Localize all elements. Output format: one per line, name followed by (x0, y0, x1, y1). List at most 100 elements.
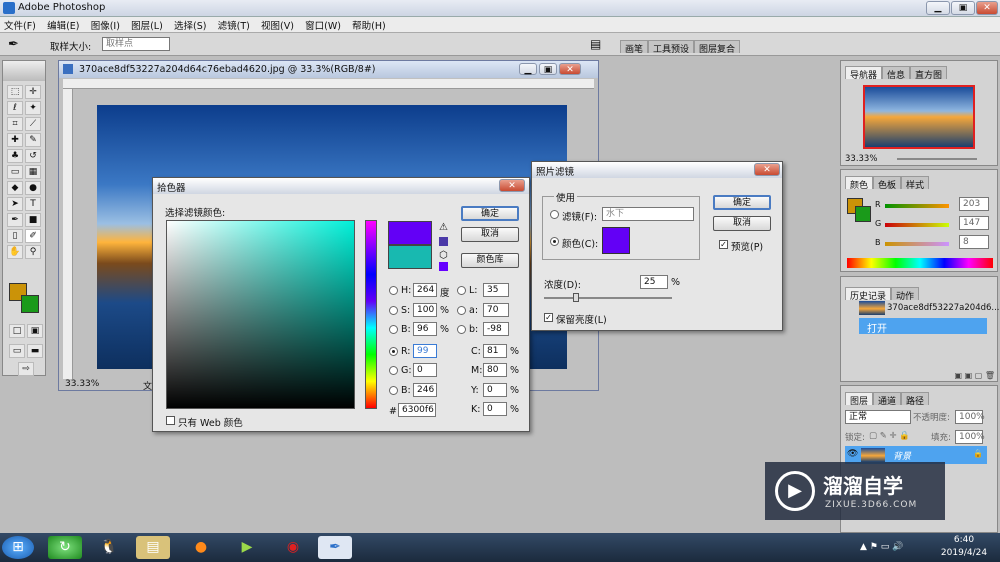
filter-select[interactable]: 水下 (602, 207, 694, 221)
clock-time[interactable]: 6:40 (944, 535, 984, 545)
fullscreen-mode-icon[interactable]: ▬ (27, 344, 43, 358)
eyedropper-tool-icon[interactable]: ✐ (25, 229, 41, 243)
crop-tool-icon[interactable]: ⌗ (7, 117, 23, 131)
menu-edit[interactable]: 编辑(E) (43, 17, 83, 33)
field-g[interactable]: 0 (413, 363, 437, 377)
web-safe-color-swatch[interactable] (439, 262, 448, 271)
taskbar-firefox-icon[interactable]: ● (184, 536, 218, 559)
marquee-tool-icon[interactable]: ⬚ (7, 85, 23, 99)
radio-blue[interactable] (389, 386, 398, 395)
blur-tool-icon[interactable]: ◆ (7, 181, 23, 195)
screen-mode-icon[interactable]: ▭ (9, 344, 25, 358)
photo-filter-close-button[interactable]: ✕ (754, 163, 780, 176)
taskbar-explorer-icon[interactable]: ▤ (136, 536, 170, 559)
lasso-tool-icon[interactable]: ℓ (7, 101, 23, 115)
tab-layer-comps[interactable]: 图层复合 (694, 40, 741, 55)
gamut-color-swatch[interactable] (439, 237, 448, 246)
b-channel-slider[interactable] (885, 242, 949, 246)
path-select-icon[interactable]: ➤ (7, 197, 23, 211)
history-brush-icon[interactable]: ↺ (25, 149, 41, 163)
field-l[interactable]: 35 (483, 283, 509, 297)
radio-s[interactable] (389, 306, 398, 315)
field-r[interactable]: 99 (413, 344, 437, 358)
density-track[interactable] (544, 297, 672, 299)
picker-cancel-button[interactable]: 取消 (461, 227, 519, 242)
brush-tool-icon[interactable]: ✎ (25, 133, 41, 147)
close-button[interactable]: ✕ (976, 1, 998, 15)
color-ramp[interactable] (847, 258, 993, 268)
dodge-tool-icon[interactable]: ● (25, 181, 41, 195)
field-a[interactable]: 70 (483, 303, 509, 317)
restore-button[interactable]: ▣ (951, 1, 975, 15)
taskbar-app-green-icon[interactable]: ↻ (48, 536, 82, 559)
sample-size-select[interactable]: 取样点 (102, 37, 170, 51)
tab-actions[interactable]: 动作 (891, 287, 920, 302)
field-s[interactable]: 100 (413, 303, 437, 317)
gradient-tool-icon[interactable]: ▦ (25, 165, 41, 179)
gamut-warning-icon[interactable]: ⚠ (439, 222, 448, 233)
menu-filter[interactable]: 滤镜(T) (214, 17, 254, 33)
r-channel-value[interactable]: 203 (959, 197, 989, 211)
zoom-readout[interactable]: 33.33% (65, 379, 99, 389)
tab-info[interactable]: 信息 (882, 66, 911, 81)
zoom-tool-icon[interactable]: ⚲ (25, 245, 41, 259)
tray-icons[interactable]: ▲ ⚑ ▭ 🔊 (860, 542, 903, 552)
radio-filter[interactable] (550, 210, 559, 219)
menu-file[interactable]: 文件(F) (0, 17, 40, 33)
web-safe-icon[interactable]: ⬡ (439, 250, 448, 261)
field-k[interactable]: 0 (483, 402, 507, 416)
g-channel-value[interactable]: 147 (959, 216, 989, 230)
start-button-icon[interactable]: ⊞ (2, 536, 34, 559)
field-y[interactable]: 0 (483, 383, 507, 397)
radio-r[interactable] (389, 347, 398, 356)
minimize-button[interactable]: ▁ (926, 1, 950, 15)
type-tool-icon[interactable]: T (25, 197, 41, 211)
color-field[interactable] (166, 220, 355, 409)
field-b[interactable]: 96 (413, 322, 437, 336)
radio-a[interactable] (457, 306, 466, 315)
color-panel-bg-swatch[interactable] (855, 206, 871, 222)
history-footer-icons[interactable]: ▣ ▣ ▢ 🗑 (845, 371, 995, 381)
tab-color[interactable]: 颜色 (845, 176, 874, 191)
tab-layers[interactable]: 图层 (845, 392, 874, 407)
radio-g[interactable] (389, 366, 398, 375)
healing-tool-icon[interactable]: ✚ (7, 133, 23, 147)
doc-minimize-button[interactable]: ▁ (519, 63, 537, 75)
jump-to-imageready-icon[interactable]: ⇨ (18, 362, 34, 376)
navigator-zoom[interactable]: 33.33% (845, 154, 877, 164)
navigator-zoom-slider[interactable] (897, 158, 977, 160)
b-channel-value[interactable]: 8 (959, 235, 989, 249)
taskbar-qq-icon[interactable]: 🐧 (92, 536, 126, 559)
field-h[interactable]: 264 (413, 283, 437, 297)
density-slider-thumb[interactable] (573, 293, 579, 302)
web-only-checkbox[interactable] (166, 416, 175, 425)
blend-mode-select[interactable]: 正常 (845, 410, 911, 424)
slice-tool-icon[interactable]: ⟋ (25, 117, 41, 131)
history-snapshot[interactable]: 370ace8df53227a204d6... (887, 303, 1000, 313)
field-c[interactable]: 81 (483, 344, 507, 358)
preview-checkbox[interactable]: ✓ (719, 240, 728, 249)
menu-window[interactable]: 窗口(W) (301, 17, 345, 33)
tab-paths[interactable]: 路径 (901, 392, 930, 407)
menu-layer[interactable]: 图层(L) (127, 17, 167, 33)
field-m[interactable]: 80 (483, 363, 507, 377)
picker-close-button[interactable]: ✕ (499, 179, 525, 192)
picker-ok-button[interactable]: 确定 (461, 206, 519, 221)
palette-well-icon[interactable]: ▤ (590, 37, 601, 51)
clock-date[interactable]: 2019/4/24 (936, 548, 992, 558)
menu-view[interactable]: 视图(V) (257, 17, 298, 33)
radio-l[interactable] (457, 286, 466, 295)
tab-swatches[interactable]: 色板 (873, 176, 902, 191)
menu-select[interactable]: 选择(S) (170, 17, 210, 33)
eraser-tool-icon[interactable]: ▭ (7, 165, 23, 179)
filter-color-swatch[interactable] (602, 227, 630, 254)
filter-ok-button[interactable]: 确定 (713, 195, 771, 210)
fill-field[interactable]: 100% (955, 430, 985, 444)
stamp-tool-icon[interactable]: ♣ (7, 149, 23, 163)
eyedropper-icon[interactable]: ✒ (8, 37, 19, 52)
color-libraries-button[interactable]: 颜色库 (461, 253, 519, 268)
tab-tool-presets[interactable]: 工具预设 (648, 40, 695, 55)
shape-tool-icon[interactable]: ■ (25, 213, 41, 227)
navigator-thumbnail[interactable] (863, 85, 975, 149)
tab-navigator[interactable]: 导航器 (845, 66, 883, 81)
